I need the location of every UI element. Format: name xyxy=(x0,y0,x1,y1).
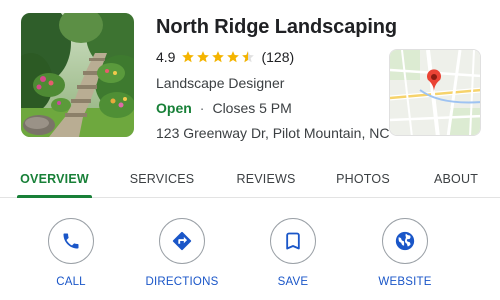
bookmark-icon xyxy=(286,232,300,250)
map-image xyxy=(390,50,480,135)
garden-photo-image xyxy=(21,13,134,137)
directions-button-circle[interactable] xyxy=(159,218,205,264)
hours-row[interactable]: Open · Closes 5 PM xyxy=(156,99,381,117)
review-count[interactable]: (128) xyxy=(261,49,294,65)
tab-photos[interactable]: PHOTOS xyxy=(328,160,398,198)
save-button[interactable]: SAVE xyxy=(248,218,338,289)
website-button-circle[interactable] xyxy=(382,218,428,264)
globe-icon xyxy=(395,231,415,251)
business-name: North Ridge Landscaping xyxy=(156,16,398,38)
star-half-icon xyxy=(242,51,255,63)
business-photo[interactable] xyxy=(21,13,134,137)
rating-value: 4.9 xyxy=(156,49,176,65)
business-info: North Ridge Landscaping 4.9 (128) Landsc… xyxy=(156,14,398,142)
closing-time: Closes 5 PM xyxy=(212,100,292,116)
star-full-icon xyxy=(212,51,225,63)
star-full-icon xyxy=(182,51,195,63)
save-label: SAVE xyxy=(277,276,309,288)
rating-row[interactable]: 4.9 (128) xyxy=(156,48,381,66)
website-button[interactable]: WEBSITE xyxy=(360,218,450,289)
action-buttons: CALL DIRECTIONS SAVE WEBSITE xyxy=(0,198,500,300)
directions-button[interactable]: DIRECTIONS xyxy=(137,218,227,289)
call-label: CALL xyxy=(56,276,86,288)
star-full-icon xyxy=(197,51,210,63)
tab-about[interactable]: ABOUT xyxy=(428,160,484,198)
business-address[interactable]: 123 Greenway Dr, Pilot Mountain, NC xyxy=(156,124,389,142)
tab-reviews[interactable]: REVIEWS xyxy=(228,160,304,198)
separator-dot: · xyxy=(199,100,205,116)
business-header: North Ridge Landscaping 4.9 (128) Landsc… xyxy=(0,0,500,160)
tab-bar: OVERVIEW SERVICES REVIEWS PHOTOS ABOUT xyxy=(0,160,500,198)
directions-icon xyxy=(172,231,192,251)
business-category: Landscape Designer xyxy=(156,75,285,91)
map-thumbnail[interactable] xyxy=(389,49,481,136)
call-button[interactable]: CALL xyxy=(26,218,116,289)
call-button-circle[interactable] xyxy=(48,218,94,264)
star-rating xyxy=(181,50,255,64)
website-label: WEBSITE xyxy=(378,276,432,288)
tab-services[interactable]: SERVICES xyxy=(122,160,202,198)
open-status: Open xyxy=(156,100,192,116)
phone-icon xyxy=(63,233,79,249)
save-button-circle[interactable] xyxy=(270,218,316,264)
directions-label: DIRECTIONS xyxy=(145,276,219,288)
tab-overview[interactable]: OVERVIEW xyxy=(17,160,92,198)
star-full-icon xyxy=(227,51,240,63)
